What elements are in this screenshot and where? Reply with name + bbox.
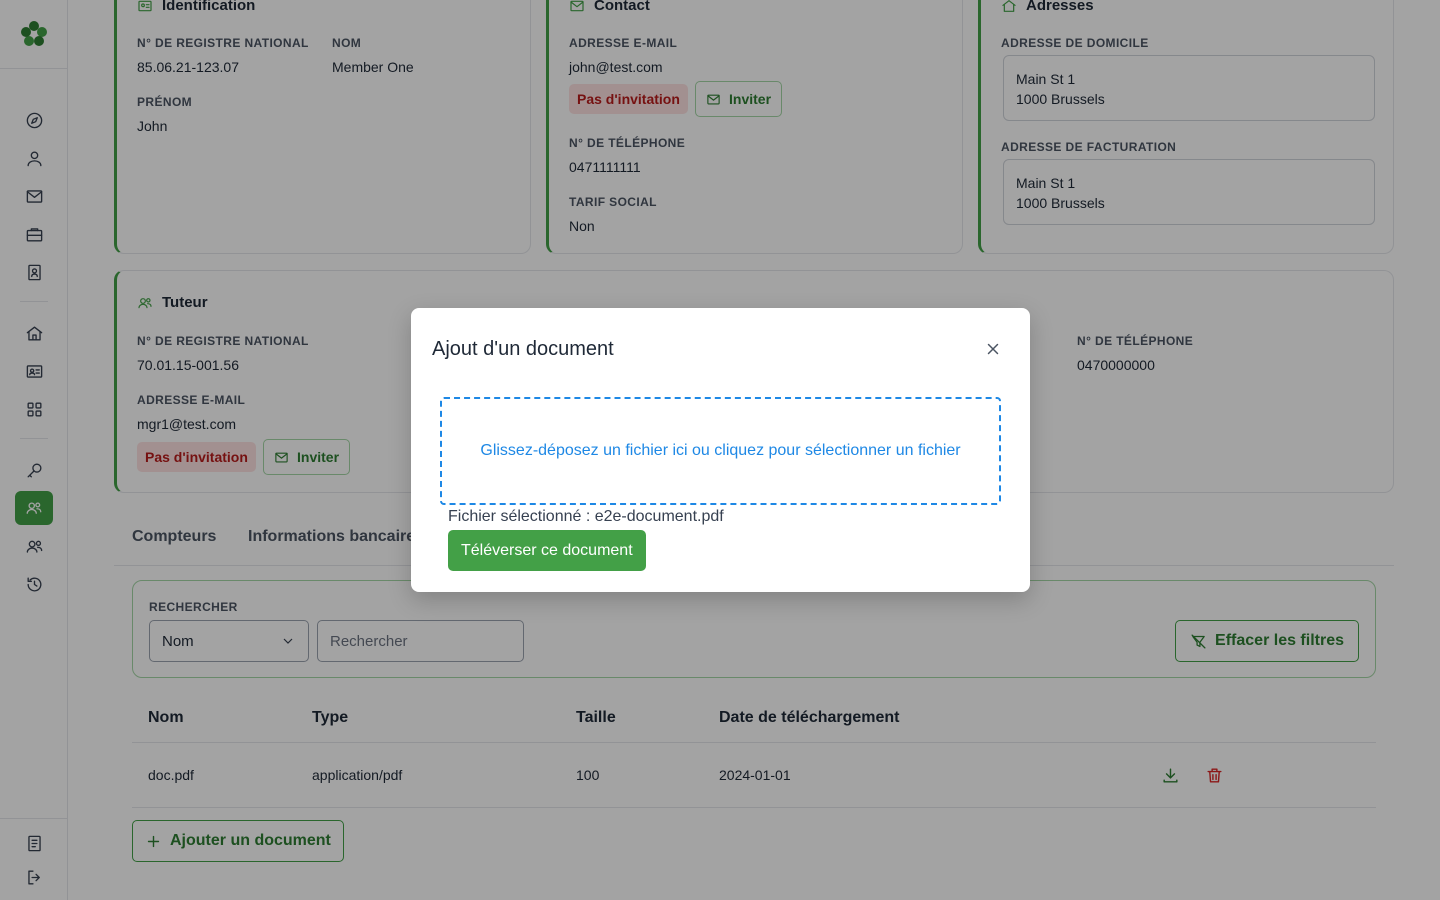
close-icon[interactable] [982, 338, 1004, 360]
selected-file-text: Fichier sélectionné : e2e-document.pdf [448, 508, 724, 525]
add-document-dialog: Ajout d'un document Glissez-déposez un f… [411, 308, 1030, 592]
dialog-title: Ajout d'un document [432, 338, 614, 360]
upload-document-button[interactable]: Téléverser ce document [448, 530, 646, 571]
file-dropzone[interactable]: Glissez-déposez un fichier ici ou clique… [440, 397, 1001, 505]
dropzone-text: Glissez-déposez un fichier ici ou clique… [480, 442, 961, 459]
